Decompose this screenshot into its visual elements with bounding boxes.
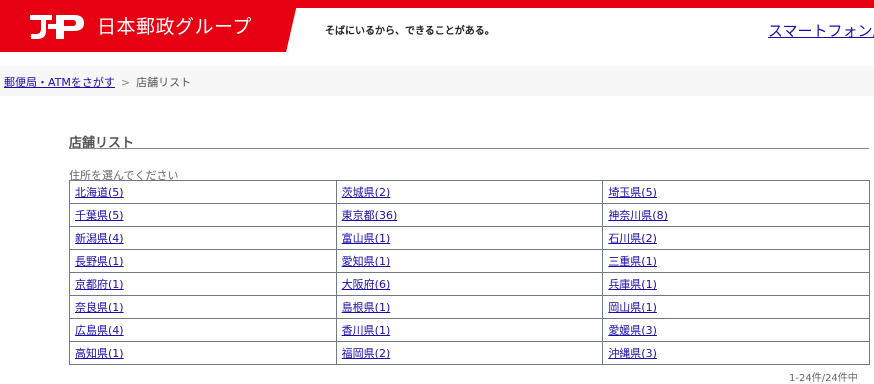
prefecture-link[interactable]: 香川県(1) — [342, 324, 391, 337]
table-cell: 千葉県(5) — [69, 203, 337, 227]
table-row: 高知県(1) 福岡県(2) 沖縄県(3) — [69, 341, 870, 365]
prefecture-link[interactable]: 岡山県(1) — [608, 301, 657, 314]
prefecture-link[interactable]: 広島県(4) — [75, 324, 124, 337]
prefecture-link[interactable]: 埼玉県(5) — [608, 186, 657, 199]
table-cell: 北海道(5) — [69, 180, 337, 204]
table-cell: 長野県(1) — [69, 249, 337, 273]
logo-text: 日本郵政グループ — [97, 16, 252, 38]
breadcrumb-separator: > — [120, 76, 131, 89]
table-row: 奈良県(1) 島根県(1) 岡山県(1) — [69, 295, 870, 319]
breadcrumb-current: 店舗リスト — [136, 76, 192, 89]
table-cell: 香川県(1) — [335, 318, 604, 342]
table-cell: 大阪府(6) — [335, 272, 604, 296]
table-cell: 茨城県(2) — [335, 180, 604, 204]
table-row: 広島県(4) 香川県(1) 愛媛県(3) — [69, 318, 870, 342]
title-divider — [69, 148, 869, 149]
prefecture-link[interactable]: 愛知県(1) — [342, 255, 391, 268]
prefecture-link[interactable]: 東京都(36) — [342, 209, 398, 222]
table-cell: 京都府(1) — [69, 272, 337, 296]
table-cell: 広島県(4) — [69, 318, 337, 342]
result-count: 1-24件/24件中 — [789, 373, 858, 384]
table-cell: 石川県(2) — [602, 226, 870, 250]
table-cell: 福岡県(2) — [335, 341, 604, 365]
table-cell: 兵庫県(1) — [602, 272, 870, 296]
table-cell: 高知県(1) — [69, 341, 337, 365]
table-cell: 神奈川県(8) — [602, 203, 870, 227]
prefecture-link[interactable]: 高知県(1) — [75, 347, 124, 360]
table-cell: 島根県(1) — [335, 295, 604, 319]
logo-block[interactable]: 日本郵政グループ — [0, 0, 298, 52]
prefecture-link[interactable]: 富山県(1) — [342, 232, 391, 245]
prefecture-link[interactable]: 北海道(5) — [75, 186, 124, 199]
prefecture-link[interactable]: 長野県(1) — [75, 255, 124, 268]
prefecture-link[interactable]: 兵庫県(1) — [608, 278, 657, 291]
table-row: 北海道(5) 茨城県(2) 埼玉県(5) — [69, 180, 870, 204]
prefecture-link[interactable]: 奈良県(1) — [75, 301, 124, 314]
table-cell: 東京都(36) — [335, 203, 604, 227]
table-cell: 奈良県(1) — [69, 295, 337, 319]
prefecture-link[interactable]: 大阪府(6) — [342, 278, 391, 291]
table-row: 長野県(1) 愛知県(1) 三重県(1) — [69, 249, 870, 273]
table-row: 千葉県(5) 東京都(36) 神奈川県(8) — [69, 203, 870, 227]
site-header: 日本郵政グループ そばにいるから、できることがある。 スマートフォン版 — [0, 0, 874, 52]
prefecture-link[interactable]: 石川県(2) — [608, 232, 657, 245]
breadcrumb-home-link[interactable]: 郵便局・ATMをさがす — [4, 76, 115, 89]
prefecture-link[interactable]: 島根県(1) — [342, 301, 391, 314]
table-cell: 岡山県(1) — [602, 295, 870, 319]
table-row: 京都府(1) 大阪府(6) 兵庫県(1) — [69, 272, 870, 296]
table-cell: 埼玉県(5) — [602, 180, 870, 204]
prefecture-link[interactable]: 神奈川県(8) — [608, 209, 668, 222]
jp-logo-icon — [30, 15, 84, 39]
prefecture-link[interactable]: 新潟県(4) — [75, 232, 124, 245]
table-cell: 富山県(1) — [335, 226, 604, 250]
prefecture-table: 北海道(5) 茨城県(2) 埼玉県(5) 千葉県(5) 東京都(36) 神奈川県(8) 新潟… — [69, 180, 870, 365]
prefecture-link[interactable]: 三重県(1) — [608, 255, 657, 268]
smartphone-version-link[interactable]: スマートフォン版 — [768, 20, 874, 41]
table-cell: 愛知県(1) — [335, 249, 604, 273]
prefecture-link[interactable]: 沖縄県(3) — [608, 347, 657, 360]
tagline: そばにいるから、できることがある。 — [325, 26, 495, 37]
prefecture-link[interactable]: 千葉県(5) — [75, 209, 124, 222]
prefecture-link[interactable]: 茨城県(2) — [342, 186, 391, 199]
table-cell: 三重県(1) — [602, 249, 870, 273]
table-cell: 新潟県(4) — [69, 226, 337, 250]
prefecture-link[interactable]: 愛媛県(3) — [608, 324, 657, 337]
table-row: 新潟県(4) 富山県(1) 石川県(2) — [69, 226, 870, 250]
breadcrumb: 郵便局・ATMをさがす > 店舗リスト — [4, 74, 191, 90]
table-cell: 愛媛県(3) — [602, 318, 870, 342]
table-cell: 沖縄県(3) — [602, 341, 870, 365]
prefecture-link[interactable]: 福岡県(2) — [342, 347, 391, 360]
prefecture-link[interactable]: 京都府(1) — [75, 278, 124, 291]
